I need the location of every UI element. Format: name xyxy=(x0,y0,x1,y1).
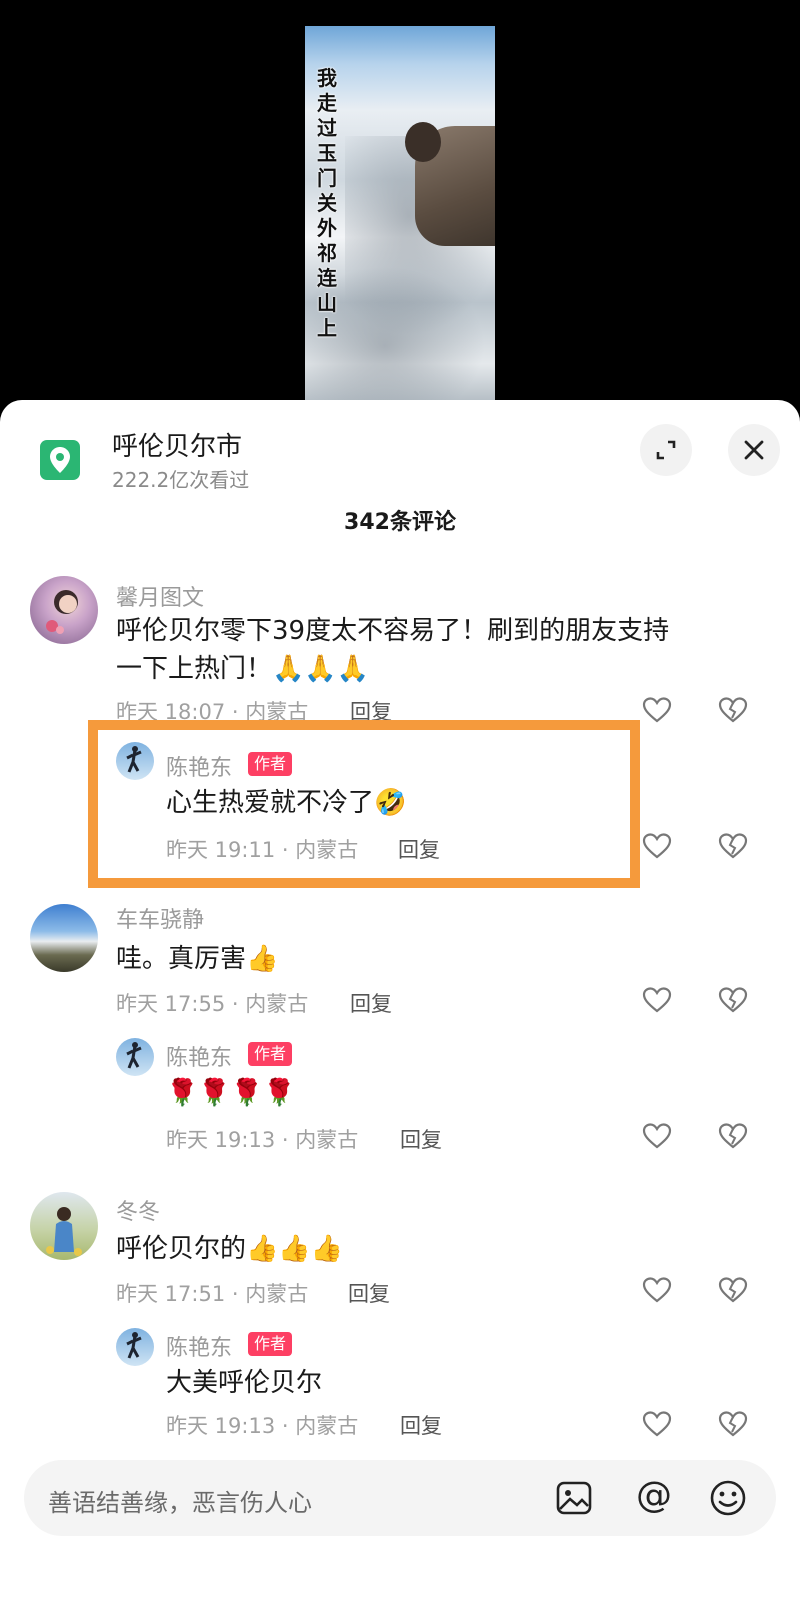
close-button[interactable] xyxy=(728,424,780,476)
location-title[interactable]: 呼伦贝尔市 xyxy=(112,426,242,463)
reply-button[interactable]: 回复 xyxy=(400,1410,442,1440)
reply-button[interactable]: 回复 xyxy=(350,988,392,1018)
video-player[interactable]: 我走过玉门关外祁连山上 xyxy=(0,0,800,410)
broken-heart-icon[interactable] xyxy=(718,1410,748,1438)
expand-icon xyxy=(656,440,676,460)
expand-button[interactable] xyxy=(640,424,692,476)
author-badge: 作者 xyxy=(248,1042,293,1066)
reply-button[interactable]: 回复 xyxy=(348,1278,390,1308)
heart-icon[interactable] xyxy=(642,696,672,724)
reply-username[interactable]: 陈艳东 xyxy=(166,1040,232,1072)
heart-icon[interactable] xyxy=(642,1410,672,1438)
avatar[interactable] xyxy=(30,904,98,972)
heart-icon[interactable] xyxy=(642,1276,672,1304)
comment-username[interactable]: 车车骁静 xyxy=(116,902,204,934)
reply-text: 🌹🌹🌹🌹 xyxy=(166,1078,296,1108)
reply-text: 大美呼伦贝尔 xyxy=(166,1368,323,1398)
comment-text: 哇。真厉害👍 xyxy=(116,944,279,974)
broken-heart-icon[interactable] xyxy=(718,1276,748,1304)
broken-heart-icon[interactable] xyxy=(718,1122,748,1150)
reply-username[interactable]: 陈艳东 xyxy=(166,1330,232,1362)
comment-text: 呼伦贝尔零下39度太不容易了！刷到的朋友支持 xyxy=(116,616,670,646)
video-thumbnail[interactable]: 我走过玉门关外祁连山上 xyxy=(305,26,495,410)
comment-meta: 昨天 17:51 · 内蒙古 xyxy=(116,1282,309,1306)
location-views: 222.2亿次看过 xyxy=(112,468,250,492)
comment-text-continued: 一下上热门！🙏🙏🙏 xyxy=(116,654,370,684)
reply-button[interactable]: 回复 xyxy=(400,1124,442,1154)
comment-username[interactable]: 冬冬 xyxy=(116,1194,160,1226)
broken-heart-icon[interactable] xyxy=(718,832,748,860)
comment-meta: 昨天 17:55 · 内蒙古 xyxy=(116,992,309,1016)
avatar[interactable] xyxy=(116,1038,154,1076)
heart-icon[interactable] xyxy=(642,832,672,860)
image-icon[interactable] xyxy=(554,1478,594,1518)
comment-username[interactable]: 馨月图文 xyxy=(116,580,204,612)
close-icon xyxy=(744,440,764,460)
comment-input-field[interactable]: 善语结善缘，恶言伤人心 @ xyxy=(24,1460,776,1536)
heart-icon[interactable] xyxy=(642,986,672,1014)
emoji-icon[interactable] xyxy=(708,1478,748,1518)
avatar[interactable] xyxy=(30,576,98,644)
at-mention-icon[interactable]: @ xyxy=(632,1476,676,1520)
avatar[interactable] xyxy=(30,1192,98,1260)
comments-sheet: 呼伦贝尔市 222.2亿次看过 342条评论 馨月图文 呼伦贝尔零下39度太不容… xyxy=(0,400,800,1616)
highlight-box xyxy=(88,720,640,888)
author-badge: 作者 xyxy=(248,1332,293,1356)
heart-icon[interactable] xyxy=(642,1122,672,1150)
reply-meta: 昨天 19:13 · 内蒙古 xyxy=(166,1128,359,1152)
location-pin-icon xyxy=(40,440,80,480)
comment-text: 呼伦贝尔的👍👍👍 xyxy=(116,1234,344,1264)
reply-meta: 昨天 19:13 · 内蒙古 xyxy=(166,1414,359,1438)
comment-input-placeholder[interactable]: 善语结善缘，恶言伤人心 xyxy=(48,1483,312,1518)
comment-count: 342条评论 xyxy=(344,510,456,535)
avatar[interactable] xyxy=(116,1328,154,1366)
broken-heart-icon[interactable] xyxy=(718,696,748,724)
comments-header: 呼伦贝尔市 222.2亿次看过 xyxy=(0,400,800,500)
video-caption: 我走过玉门关外祁连山上 xyxy=(317,66,337,340)
broken-heart-icon[interactable] xyxy=(718,986,748,1014)
person-head xyxy=(405,122,441,162)
